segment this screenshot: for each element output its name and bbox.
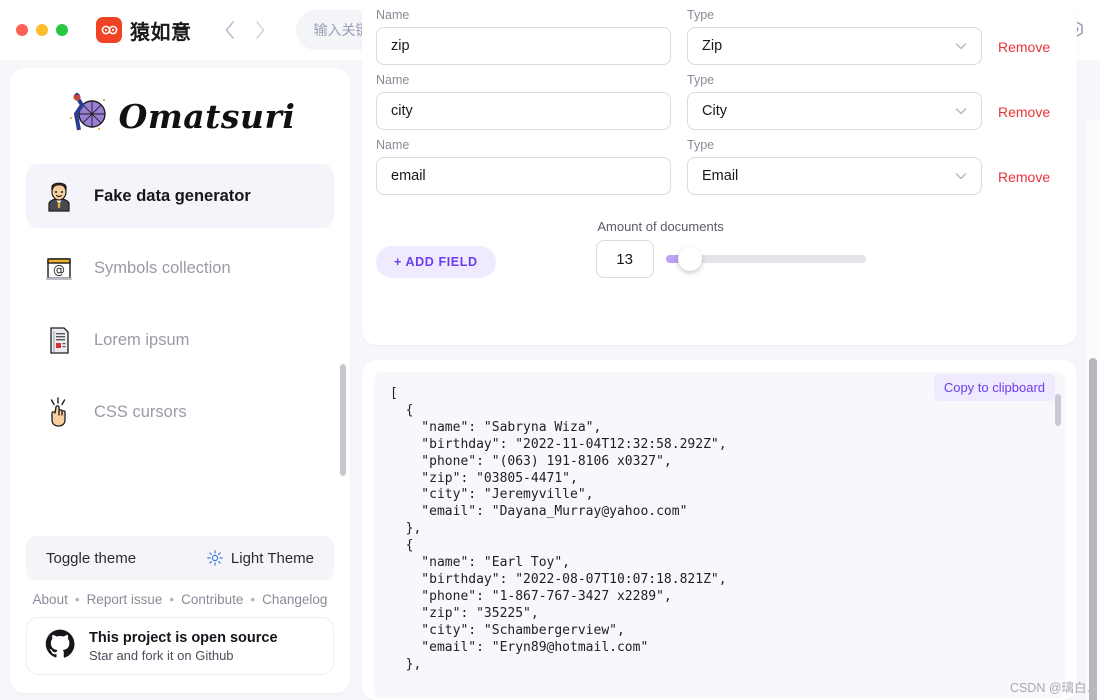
field-name-input[interactable]: city xyxy=(376,92,671,130)
sidebar: Omatsuri Fake data generator @ Symbols c… xyxy=(10,68,350,693)
footer-separator: • xyxy=(74,592,80,607)
footer-link-about[interactable]: About xyxy=(33,592,68,607)
page-body: Omatsuri Fake data generator @ Symbols c… xyxy=(0,0,1100,700)
footer-separator: • xyxy=(169,592,175,607)
footer-link-contribute[interactable]: Contribute xyxy=(181,592,243,607)
github-card-subtitle: Star and fork it on Github xyxy=(89,647,234,663)
copy-to-clipboard-button[interactable]: Copy to clipboard xyxy=(933,374,1055,401)
type-label: Type xyxy=(687,73,715,87)
name-label: Name xyxy=(376,8,410,22)
sidebar-scrollbar-thumb[interactable] xyxy=(340,364,346,476)
omatsuri-festival-icon xyxy=(65,92,111,141)
page-scrollbar-thumb[interactable] xyxy=(1089,358,1097,700)
page-scrollbar-track[interactable] xyxy=(1086,120,1100,700)
person-in-suit-icon xyxy=(40,177,78,215)
footer-link-changelog[interactable]: Changelog xyxy=(262,592,327,607)
field-type-value: Email xyxy=(702,168,739,184)
field-name-input[interactable]: zip xyxy=(376,27,671,65)
at-symbol-window-icon: @ xyxy=(40,249,78,287)
theme-current: Light Theme xyxy=(207,550,314,567)
amount-input[interactable]: 13 xyxy=(595,240,654,278)
close-window-button[interactable] xyxy=(16,24,28,36)
chevron-right-icon[interactable] xyxy=(252,19,268,41)
json-output-scrollbar-thumb[interactable] xyxy=(1055,394,1061,426)
chevron-left-icon[interactable] xyxy=(222,19,238,41)
json-output-box: Copy to clipboard [ { "name": "Sabryna W… xyxy=(374,372,1065,698)
chevron-down-icon xyxy=(953,168,969,184)
field-type-value: City xyxy=(702,103,727,119)
main-content: Name zip Type Zip Remove Name city Type … xyxy=(362,0,1077,700)
add-field-button[interactable]: + ADD FIELD xyxy=(376,246,496,278)
amount-slider-thumb[interactable] xyxy=(677,247,702,271)
field-type-group: Type Zip xyxy=(687,8,982,65)
footer-links: About • Report issue • Contribute • Chan… xyxy=(26,592,334,607)
sidebar-item-fake-data-generator[interactable]: Fake data generator xyxy=(26,164,334,228)
footer-link-report-issue[interactable]: Report issue xyxy=(87,592,163,607)
sun-icon xyxy=(207,550,223,566)
remove-field-button[interactable]: Remove xyxy=(998,39,1050,65)
field-type-select[interactable]: Email xyxy=(687,157,982,195)
sidebar-item-lorem-ipsum[interactable]: Lorem ipsum xyxy=(26,308,334,372)
navigation-arrows xyxy=(222,19,268,41)
field-row: Name zip Type Zip Remove xyxy=(376,0,1063,65)
sidebar-item-label: Lorem ipsum xyxy=(94,330,190,349)
field-name-input[interactable]: email xyxy=(376,157,671,195)
remove-field-button[interactable]: Remove xyxy=(998,104,1050,130)
field-row: Name city Type City Remove xyxy=(376,65,1063,130)
app-brand: 猿如意 xyxy=(96,16,192,45)
sidebar-footer: Toggle theme Light Theme About • Report … xyxy=(10,536,350,693)
sidebar-item-label: Symbols collection xyxy=(94,258,231,277)
sidebar-item-symbols-collection[interactable]: @ Symbols collection xyxy=(26,236,334,300)
svg-text:@: @ xyxy=(53,263,65,277)
maximize-window-button[interactable] xyxy=(56,24,68,36)
app-root: 猿如意 输入关键字搜索 璃白. xyxy=(0,0,1100,700)
amount-row: 13 xyxy=(595,240,866,278)
remove-field-button[interactable]: Remove xyxy=(998,169,1050,195)
output-card: Copy to clipboard [ { "name": "Sabryna W… xyxy=(362,360,1077,700)
sidebar-logo-text: Omatsuri xyxy=(118,96,296,136)
sidebar-item-label: CSS cursors xyxy=(94,402,187,421)
field-name-group: Name city xyxy=(376,73,671,130)
field-name-group: Name zip xyxy=(376,8,671,65)
type-label: Type xyxy=(687,138,715,152)
theme-toggle[interactable]: Toggle theme Light Theme xyxy=(26,536,334,580)
name-label: Name xyxy=(376,73,410,87)
theme-current-label: Light Theme xyxy=(230,549,314,567)
github-icon xyxy=(45,629,75,664)
watermark: CSDN @璃白. xyxy=(1009,681,1090,695)
sidebar-nav: Fake data generator @ Symbols collection xyxy=(10,164,350,444)
chevron-down-icon xyxy=(953,38,969,54)
window-controls xyxy=(16,24,68,36)
footer-separator: • xyxy=(250,592,256,607)
github-card[interactable]: This project is open source Star and for… xyxy=(26,617,334,675)
type-label: Type xyxy=(687,8,715,22)
amount-slider[interactable] xyxy=(665,247,866,271)
field-type-group: Type Email xyxy=(687,138,982,195)
theme-toggle-label: Toggle theme xyxy=(46,549,137,567)
fields-bottom-row: + ADD FIELD Amount of documents 13 xyxy=(376,219,1063,278)
json-output-text: [ { "name": "Sabryna Wiza", "birthday": … xyxy=(390,386,727,672)
field-type-value: Zip xyxy=(702,38,723,54)
minimize-window-button[interactable] xyxy=(36,24,48,36)
name-label: Name xyxy=(376,138,410,152)
github-card-texts: This project is open source Star and for… xyxy=(89,630,278,663)
amount-label: Amount of documents xyxy=(597,219,724,234)
document-lines-icon xyxy=(40,321,78,359)
field-type-select[interactable]: Zip xyxy=(687,27,982,65)
github-card-title: This project is open source xyxy=(89,629,278,646)
sidebar-logo[interactable]: Omatsuri xyxy=(10,68,350,164)
pointing-hand-icon xyxy=(40,393,78,431)
field-name-group: Name email xyxy=(376,138,671,195)
brand-name: 猿如意 xyxy=(130,21,192,44)
field-type-group: Type City xyxy=(687,73,982,130)
chevron-down-icon xyxy=(953,103,969,119)
sidebar-item-css-cursors[interactable]: CSS cursors xyxy=(26,380,334,444)
infinity-logo-icon xyxy=(96,17,122,43)
fields-card: Name zip Type Zip Remove Name city Type … xyxy=(362,0,1077,345)
field-type-select[interactable]: City xyxy=(687,92,982,130)
amount-of-documents-control: Amount of documents 13 xyxy=(595,219,866,278)
field-row: Name email Type Email Remove xyxy=(376,130,1063,195)
sidebar-item-label: Fake data generator xyxy=(94,186,251,205)
